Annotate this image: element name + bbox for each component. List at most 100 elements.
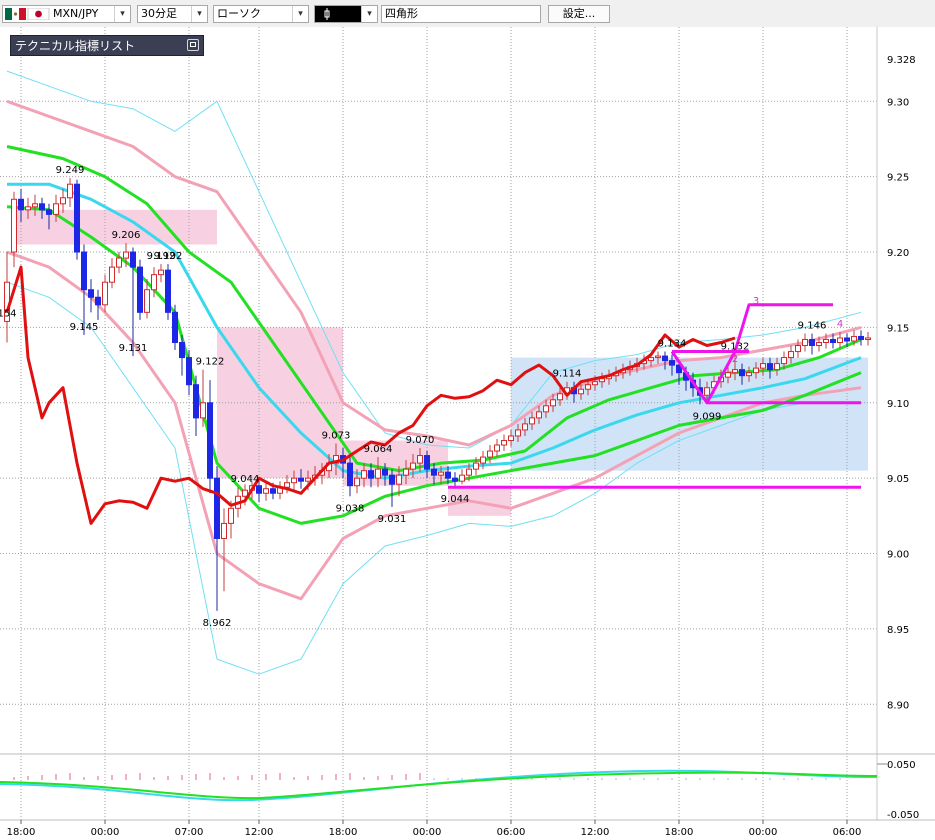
chevron-down-icon[interactable]: ▾ bbox=[191, 6, 207, 22]
candle-bull[interactable] bbox=[109, 266, 115, 283]
candle-bear[interactable] bbox=[39, 203, 45, 211]
candle-bear[interactable] bbox=[830, 338, 836, 343]
chevron-down-icon[interactable]: ▾ bbox=[114, 6, 130, 22]
candle-bear[interactable] bbox=[431, 468, 437, 476]
candle-bull[interactable] bbox=[536, 411, 542, 419]
timeframe-select[interactable]: 30分足 ▾ bbox=[137, 5, 208, 23]
candle-bear[interactable] bbox=[193, 384, 199, 419]
candle-bull[interactable] bbox=[788, 351, 794, 359]
candle-bull[interactable] bbox=[529, 417, 535, 425]
candle-bull[interactable] bbox=[837, 337, 843, 343]
candle-bull[interactable] bbox=[655, 355, 661, 359]
candle-bear[interactable] bbox=[452, 477, 458, 482]
candle-bull[interactable] bbox=[578, 388, 584, 395]
candle-bull[interactable] bbox=[725, 372, 731, 378]
candle-bull[interactable] bbox=[32, 203, 38, 208]
candle-bull[interactable] bbox=[417, 455, 423, 464]
candle-bull[interactable] bbox=[403, 468, 409, 476]
candle-bull[interactable] bbox=[116, 257, 122, 268]
candle-bull[interactable] bbox=[228, 507, 234, 524]
candle-bull[interactable] bbox=[802, 338, 808, 347]
candle-bull[interactable] bbox=[795, 345, 801, 353]
candle-bull[interactable] bbox=[865, 337, 871, 340]
candle-bull[interactable] bbox=[585, 384, 591, 390]
candle-bull[interactable] bbox=[746, 372, 752, 377]
candle-bear[interactable] bbox=[382, 468, 388, 476]
candle-bear[interactable] bbox=[207, 402, 213, 479]
symbol-select[interactable]: MXN/JPY ▾ bbox=[2, 5, 131, 23]
candle-bull[interactable] bbox=[781, 357, 787, 365]
candle-bear[interactable] bbox=[18, 198, 24, 211]
candle-bull[interactable] bbox=[466, 468, 472, 476]
candle-bear[interactable] bbox=[669, 360, 675, 366]
candle-bear[interactable] bbox=[137, 266, 143, 313]
candle-bear[interactable] bbox=[46, 209, 52, 215]
candle-bull[interactable] bbox=[501, 439, 507, 446]
candle-bull[interactable] bbox=[305, 477, 311, 482]
candle-bear[interactable] bbox=[424, 455, 430, 470]
candle-bear[interactable] bbox=[809, 338, 815, 347]
candle-bull[interactable] bbox=[550, 399, 556, 407]
tech-indicator-list-panel[interactable]: テクニカル指標リスト bbox=[10, 35, 204, 56]
candle-bull[interactable] bbox=[396, 474, 402, 485]
candle-bear[interactable] bbox=[179, 341, 185, 359]
candle-bull[interactable] bbox=[221, 522, 227, 539]
candle-bull[interactable] bbox=[102, 281, 108, 306]
candle-bear[interactable] bbox=[445, 471, 451, 479]
candle-bull[interactable] bbox=[522, 423, 528, 431]
candle-bear[interactable] bbox=[95, 296, 101, 306]
chart-area[interactable]: 2 3 4 154 9.249 9.206 9.192 9.192 9.145 9.131 9.12… bbox=[0, 27, 935, 840]
candle-bull[interactable] bbox=[557, 393, 563, 401]
candle-bear[interactable] bbox=[739, 369, 745, 377]
candle-bull[interactable] bbox=[361, 470, 367, 479]
candle-bull[interactable] bbox=[487, 450, 493, 458]
chart-type-select[interactable]: ローソク ▾ bbox=[213, 5, 309, 23]
candle-bull[interactable] bbox=[648, 357, 654, 362]
candle-bull[interactable] bbox=[459, 474, 465, 482]
candle-bull[interactable] bbox=[592, 381, 598, 386]
candle-bull[interactable] bbox=[515, 429, 521, 437]
candle-bull[interactable] bbox=[284, 482, 290, 488]
candle-bull[interactable] bbox=[158, 269, 164, 276]
candle-bull[interactable] bbox=[753, 367, 759, 374]
chevron-down-icon[interactable]: ▾ bbox=[292, 6, 308, 22]
candle-bull[interactable] bbox=[53, 203, 59, 215]
candle-bull[interactable] bbox=[11, 198, 17, 253]
candlestick-chart[interactable]: 2341549.2499.2069.1929.1929.1459.1319.12… bbox=[0, 27, 935, 840]
candle-bear[interactable] bbox=[270, 488, 276, 494]
chevron-down-icon[interactable]: ▾ bbox=[361, 6, 377, 22]
candle-bear[interactable] bbox=[347, 462, 353, 487]
candle-bull[interactable] bbox=[200, 402, 206, 419]
candle-bear[interactable] bbox=[165, 269, 171, 313]
panel-toggle-icon[interactable] bbox=[187, 39, 199, 51]
candle-bull[interactable] bbox=[732, 369, 738, 374]
candle-bull[interactable] bbox=[851, 335, 857, 342]
candle-bear[interactable] bbox=[88, 289, 94, 298]
candle-bear[interactable] bbox=[81, 251, 87, 291]
candle-bull[interactable] bbox=[263, 488, 269, 494]
candle-bull[interactable] bbox=[774, 363, 780, 371]
candle-bear[interactable] bbox=[298, 477, 304, 482]
candle-bull[interactable] bbox=[816, 341, 822, 347]
candle-bull[interactable] bbox=[494, 444, 500, 452]
candle-bear[interactable] bbox=[368, 470, 374, 479]
candle-bear[interactable] bbox=[172, 311, 178, 343]
candle-bear[interactable] bbox=[389, 474, 395, 485]
candle-bull[interactable] bbox=[354, 477, 360, 487]
candle-bear[interactable] bbox=[858, 335, 864, 340]
candle-bull[interactable] bbox=[543, 405, 549, 413]
candle-bull[interactable] bbox=[67, 183, 73, 199]
candle-bear[interactable] bbox=[767, 363, 773, 371]
candle-bull[interactable] bbox=[438, 471, 444, 476]
candle-bear[interactable] bbox=[844, 337, 850, 342]
candle-bull[interactable] bbox=[599, 378, 605, 383]
shape-field[interactable]: 四角形 bbox=[381, 5, 541, 23]
candle-bear[interactable] bbox=[662, 355, 668, 362]
candle-bull[interactable] bbox=[144, 289, 150, 313]
candle-bear[interactable] bbox=[186, 357, 192, 386]
candle-bull[interactable] bbox=[704, 387, 710, 396]
candle-bull[interactable] bbox=[123, 251, 129, 259]
candle-bear[interactable] bbox=[130, 251, 136, 268]
candle-bull[interactable] bbox=[473, 462, 479, 470]
candle-bear[interactable] bbox=[214, 477, 220, 539]
